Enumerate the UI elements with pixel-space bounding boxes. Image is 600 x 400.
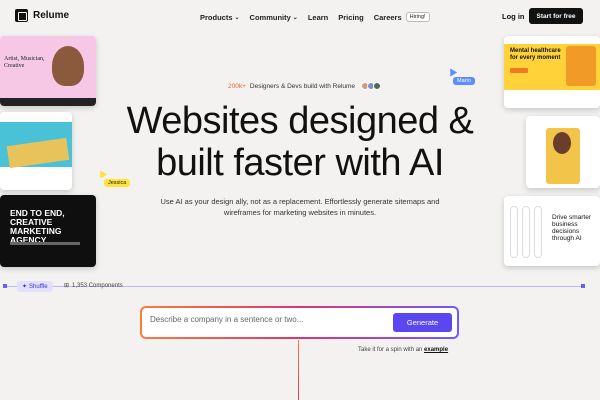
rail-handle[interactable] [3,284,7,288]
nav-community[interactable]: Community ⌄ [250,12,298,22]
avatar [373,82,382,90]
social-proof-badge: 200k+ Designers & Devs build with Relume [228,82,382,90]
hiring-badge: Hiring! [405,12,430,22]
nav-learn[interactable]: Learn [308,12,328,22]
top-nav: Relume Products ⌄ Community ⌄ Learn Pricin… [0,0,600,32]
chevron-down-icon: ⌄ [292,14,298,21]
relume-logo-icon [15,9,28,22]
card-agency-line [10,242,80,245]
nav-pricing[interactable]: Pricing [338,12,363,22]
try-example-line: Take it for a spin with an example [358,347,448,353]
sparkle-icon: ✦ [22,284,28,290]
start-for-free-button[interactable]: Start for free [529,8,583,24]
portrait-image [52,46,84,86]
try-text: Take it for a spin with an [358,347,423,353]
hero-title-line1: Websites designed & [126,100,474,142]
nav-careers[interactable]: Careers Hiring! [374,12,430,22]
cursor-label-mario: Mario [453,77,475,85]
card-health-button [510,68,528,73]
company-description-input[interactable] [150,315,380,324]
nav-links: Products ⌄ Community ⌄ Learn Pricing Caree… [200,12,430,22]
preview-card-agency: END TO END, CREATIVE MARKETING AGENCY [0,195,96,267]
avatar-group [359,82,382,90]
badge-count: 200k+ [228,82,246,90]
card-ai-pill [522,206,530,258]
grid-icon: ⊞ [64,283,70,289]
logo[interactable]: Relume [15,9,69,22]
nav-community-label: Community [249,12,291,22]
card-ai-title: Drive smarter business decisions through… [552,214,592,242]
example-link[interactable]: example [424,347,448,353]
shuffle-label: Shuffle [29,283,48,290]
card-ai-pill [534,206,542,258]
card-artist-title: Artist, Musician, Creative [4,56,45,69]
preview-card-healthcare: Mental healthcare for every moment [504,36,600,108]
hero-subtitle: Use AI as your design ally, not as a rep… [160,197,440,217]
hero-title: Websites designed & built faster with AI [0,100,600,184]
preview-card-artist: Artist, Musician, Creative [0,36,96,106]
components-count: ⊞ 1,353 Components [64,282,123,290]
badge-text: Designers & Devs build with Relume [249,82,356,90]
prompt-box: Generate [140,306,459,339]
nav-products[interactable]: Products ⌄ [200,12,240,22]
shuffle-button[interactable]: ✦ Shuffle [17,281,53,292]
generate-button[interactable]: Generate [393,313,452,332]
card-health-image [566,46,596,86]
components-label: 1,353 Components [72,282,123,289]
card-ai-pill [510,206,518,258]
guide-rail-vertical [298,340,299,400]
nav-careers-label: Careers [373,12,402,22]
preview-card-ai: Drive smarter business decisions through… [504,196,600,266]
prompt-inner: Generate [142,308,457,337]
hero-title-line2: built faster with AI [156,142,444,184]
login-link[interactable]: Log in [502,12,525,21]
nav-products-label: Products [200,12,233,22]
cursor-icon [446,66,458,77]
card-agency-title: END TO END, CREATIVE MARKETING AGENCY [10,208,65,245]
card-health-title: Mental healthcare for every moment [510,48,561,61]
rail-handle[interactable] [581,284,585,288]
chevron-down-icon: ⌄ [234,14,240,21]
logo-text: Relume [33,10,70,21]
